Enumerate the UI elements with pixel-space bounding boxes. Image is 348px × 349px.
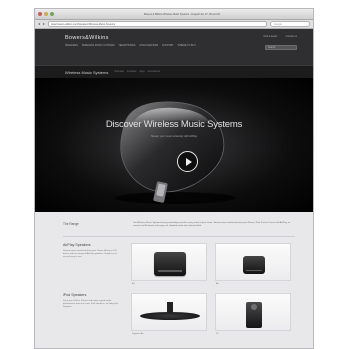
subnav-apps[interactable]: Apps [139, 71, 144, 73]
product-tiles: Zeppelin Air Z2 [131, 293, 291, 335]
browser-search-input[interactable]: Google [270, 21, 310, 27]
subnav-compare[interactable]: Compare [127, 71, 136, 73]
range-description: Our Wireless Music Systems bring outstan… [133, 222, 290, 228]
subnav-links: Overview Compare Apps Accessories [114, 71, 160, 73]
hero-banner: Discover Wireless Music Systems Stream y… [35, 78, 313, 212]
product-tile-zeppelin[interactable]: Zeppelin Air [131, 293, 207, 335]
subnav-accessories[interactable]: Accessories [148, 71, 160, 73]
product-group-ipod: iPod Speakers Dock your iPod or iPhone a… [35, 281, 313, 335]
range-intro: The Range Our Wireless Music Systems bri… [35, 222, 313, 228]
nav-item-support[interactable]: Support [162, 44, 174, 47]
subnav-overview[interactable]: Overview [114, 71, 124, 73]
product-group-desc: Dock your iPod or iPhone and enjoy super… [63, 300, 119, 309]
product-tile-label[interactable]: Zeppelin Air [132, 333, 144, 335]
contact-link[interactable]: Contact us [286, 35, 297, 38]
nav-item-where-to-buy[interactable]: Where to buy [178, 44, 196, 47]
nav-item-wireless[interactable]: Wireless Music Systems [82, 44, 115, 47]
nav-item-headphones[interactable]: Headphones [119, 44, 136, 47]
section-title[interactable]: Wireless Music Systems [65, 70, 108, 75]
window-controls [38, 12, 54, 16]
window-titlebar: Bowers & Wilkins Wireless Music Systems … [35, 9, 313, 20]
speaker-image [140, 302, 200, 321]
window-title: Bowers & Wilkins Wireless Music Systems … [144, 12, 220, 16]
url-input[interactable]: www.bowers-wilkins.com/Speakers/Wireless… [48, 21, 267, 27]
product-tile-z2[interactable]: Z2 [215, 293, 291, 335]
site-header: Bowers&Wilkins Speakers Wireless Music S… [35, 29, 313, 65]
hero-subtitle: Stream your music wirelessly with AirPla… [151, 135, 197, 138]
hero-product-image [115, 101, 235, 204]
play-video-icon[interactable] [177, 151, 198, 172]
find-dealer-link[interactable]: Find a dealer [264, 35, 278, 38]
product-group-title[interactable]: iPod Speakers [63, 293, 119, 297]
main-content: The Range Our Wireless Music Systems bri… [35, 212, 313, 348]
range-heading: The Range [63, 222, 79, 226]
top-links: Find a dealer Contact us [264, 35, 297, 38]
nav-item-discover[interactable]: Discover B&W [139, 44, 158, 47]
speaker-image [246, 302, 262, 329]
back-arrow-icon[interactable]: ◂ [38, 22, 40, 26]
product-group-info: iPod Speakers Dock your iPod or iPhone a… [63, 293, 119, 331]
product-tile-label[interactable]: Z2 [216, 333, 219, 335]
product-group-info: AirPlay Speakers Stream music wirelessly… [63, 243, 119, 281]
browser-window: Bowers & Wilkins Wireless Music Systems … [34, 8, 314, 349]
site-search-input[interactable]: Search [265, 45, 297, 50]
address-toolbar: ◂ ▸ www.bowers-wilkins.com/Speakers/Wire… [35, 20, 313, 29]
close-icon[interactable] [38, 12, 42, 16]
product-tile-a5[interactable]: A5 [215, 243, 291, 285]
product-tile-a7[interactable]: A7 [131, 243, 207, 285]
product-group-airplay: AirPlay Speakers Stream music wirelessly… [35, 237, 313, 285]
hero-title: Discover Wireless Music Systems [105, 119, 243, 130]
minimize-icon[interactable] [44, 12, 48, 16]
product-tiles: A7 A5 [131, 243, 291, 285]
speaker-image [154, 252, 186, 277]
speaker-image [243, 256, 265, 275]
forward-arrow-icon[interactable]: ▸ [43, 22, 45, 26]
section-subnav: Wireless Music Systems Overview Compare … [35, 65, 313, 78]
nav-item-speakers[interactable]: Speakers [65, 44, 78, 47]
product-group-title[interactable]: AirPlay Speakers [63, 243, 119, 247]
product-group-desc: Stream music wirelessly from your iTunes… [63, 250, 117, 259]
